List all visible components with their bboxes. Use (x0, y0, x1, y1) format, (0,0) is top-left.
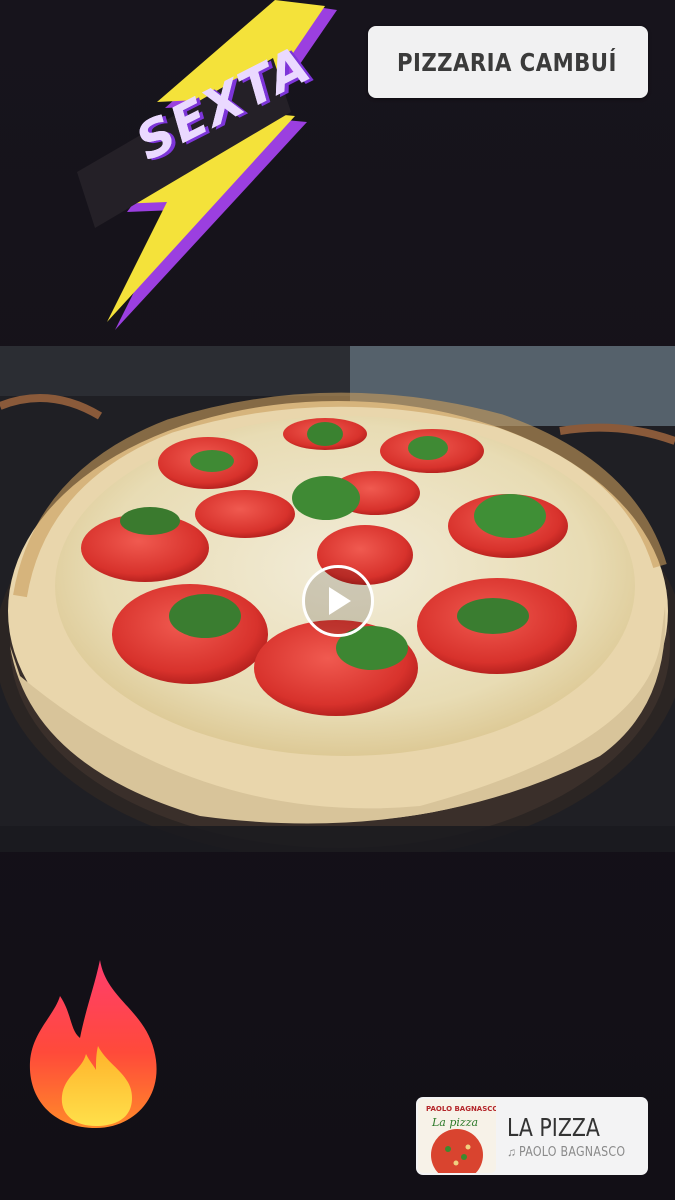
music-sticker[interactable]: PAOLO BAGNASCO La pizza LA PIZZA ♫ PAOLO… (416, 1097, 648, 1175)
story-frame: SEXTA PIZZARIA CAMBUÍ PAOLO BAGNASCO La … (0, 0, 675, 1200)
location-sticker[interactable]: PIZZARIA CAMBUÍ (368, 26, 648, 98)
song-title: LA PIZZA (507, 1112, 600, 1142)
music-note-icon: ♫ (507, 1145, 516, 1159)
album-art: PAOLO BAGNASCO La pizza (418, 1099, 496, 1173)
svg-text:PAOLO BAGNASCO: PAOLO BAGNASCO (426, 1105, 496, 1113)
fire-icon[interactable] (24, 958, 170, 1130)
sexta-sticker[interactable]: SEXTA (55, 0, 345, 330)
play-button[interactable] (302, 565, 374, 637)
artist-name: PAOLO BAGNASCO (519, 1144, 626, 1160)
location-name: PIZZARIA CAMBUÍ (397, 47, 617, 77)
svg-text:La pizza: La pizza (431, 1116, 478, 1129)
play-icon (329, 587, 351, 615)
